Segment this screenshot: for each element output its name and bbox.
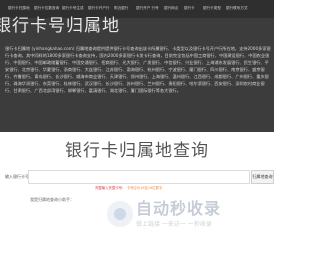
nav-item-bank-branch[interactable]: 银行网点 — [164, 5, 178, 11]
watermark-main-text: 自动秒收录 — [136, 199, 222, 218]
watermark-sub-text: 做上链接 一来访一 一秒收录 — [136, 221, 212, 228]
hint-orange-text: 卡号应为16至19位数字 — [126, 186, 163, 190]
card-number-input[interactable] — [28, 170, 250, 184]
nav-item-card-generator[interactable]: 银行卡号生成 — [62, 5, 84, 11]
hint-red-text: 完整输入完整卡号： — [95, 186, 126, 190]
site-description: 银行卡归属地 (yinhangkahao.com) 归属地查询提供提供银行卡号查… — [5, 46, 271, 94]
page-title: 银行卡归属地查询 — [65, 141, 209, 161]
watermark-logo-icon — [107, 201, 133, 227]
query-button[interactable]: 归属地查询 — [251, 170, 274, 184]
nav-item-bank-code[interactable]: 银行开户 行号 — [136, 5, 159, 11]
input-hint: 完整输入完整卡号： 卡号应为16至19位数字 — [95, 186, 162, 191]
nav-item-bank-card[interactable]: 银行卡 — [184, 5, 195, 11]
site-brand[interactable]: 银行卡号归属地 — [0, 17, 120, 35]
result-label: 我是归属地查询小助手： — [30, 197, 74, 202]
nav-item-card-location[interactable]: 银行卡归属地 — [8, 5, 30, 11]
nav-item-card-type[interactable]: 银行卡类型 — [203, 5, 221, 11]
nav-item-nearby-bank[interactable]: 附近银行 — [114, 5, 128, 11]
nav-item-card-digits[interactable]: 银行卡位数查询 — [34, 5, 59, 11]
nav-item-bank-contact[interactable]: 银行联系方式 — [226, 5, 248, 11]
nav-item-open-bank[interactable]: 银行卡开户行 — [88, 5, 110, 11]
hero-banner: 银行卡归属地 银行卡位数查询 银行卡号生成 银行卡开户行 附近银行 银行开户 行… — [0, 0, 274, 132]
watermark: 自动秒收录 做上链接 一来访一 一秒收录 — [107, 199, 257, 235]
